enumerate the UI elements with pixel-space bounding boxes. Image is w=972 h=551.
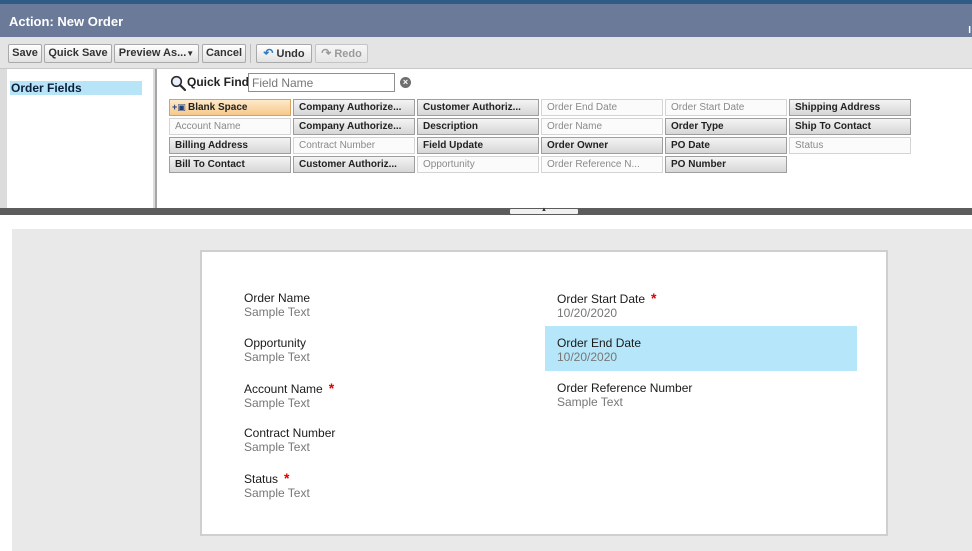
redo-icon: ↷ <box>321 46 332 60</box>
category-item-order-fields[interactable]: Order Fields <box>10 81 142 95</box>
palette-field-blank-space[interactable]: +▣ Blank Space <box>169 99 291 116</box>
palette-field[interactable]: Order Reference N... <box>541 156 663 173</box>
quick-find-label: Quick Find <box>187 75 250 89</box>
layout-field-order-name[interactable]: Order Name Sample Text <box>232 290 544 334</box>
required-marker: * <box>284 470 290 486</box>
palette-field[interactable]: Contract Number <box>293 137 415 154</box>
clear-search-icon[interactable]: × <box>400 77 411 88</box>
undo-label: Undo <box>276 48 305 60</box>
palette-field[interactable]: PO Date <box>665 137 787 154</box>
palette-field[interactable]: Order Owner <box>541 137 663 154</box>
layout-field-opportunity[interactable]: Opportunity Sample Text <box>232 335 544 379</box>
layout-field-account-name[interactable]: Account Name * Sample Text <box>232 380 544 424</box>
undo-button[interactable]: ↶ Undo <box>256 44 312 63</box>
field-value: 10/20/2020 <box>557 350 618 364</box>
field-value: 10/20/2020 <box>557 306 618 320</box>
palette-fields-grid: +▣ Blank Space Company Authorize... Custo… <box>168 99 928 179</box>
chevron-down-icon: ▼ <box>186 49 195 58</box>
save-button[interactable]: Save <box>8 44 42 63</box>
palette-field[interactable]: Customer Authoriz... <box>417 99 539 116</box>
palette-field[interactable]: Company Authorize... <box>293 118 415 135</box>
field-value: Sample Text <box>244 396 310 410</box>
field-label: Order Start Date <box>557 292 646 306</box>
window-title: Action: New Order <box>9 14 124 29</box>
field-label: Account Name <box>244 382 323 396</box>
layout-field-order-end-date[interactable]: Order End Date 10/20/2020 <box>545 326 857 371</box>
field-value: Sample Text <box>244 305 310 319</box>
layout-field-contract-number[interactable]: Contract Number Sample Text <box>232 425 544 469</box>
preview-as-button[interactable]: Preview As...▼ <box>114 44 199 63</box>
quick-save-button[interactable]: Quick Save <box>44 44 112 63</box>
field-label: Order End Date <box>557 336 642 350</box>
toolbar: Save Quick Save Preview As...▼ Cancel ↶ … <box>0 37 972 69</box>
layout-field-order-reference-number[interactable]: Order Reference Number Sample Text <box>545 380 857 424</box>
preview-as-label: Preview As... <box>118 47 187 59</box>
palette-field[interactable]: Bill To Contact <box>169 156 291 173</box>
field-label: Order Reference Number <box>557 381 693 395</box>
palette-bottom-rule <box>0 208 972 215</box>
blank-space-icon: +▣ <box>172 102 186 112</box>
palette-field[interactable]: Order End Date <box>541 99 663 116</box>
palette-field[interactable]: Company Authorize... <box>293 99 415 116</box>
field-value: Sample Text <box>557 395 623 409</box>
palette-field[interactable]: Shipping Address <box>789 99 911 116</box>
category-list: Order Fields <box>7 69 153 208</box>
palette-field[interactable]: PO Number <box>665 156 787 173</box>
field-value: Sample Text <box>244 440 310 454</box>
palette-field[interactable]: Status <box>789 137 911 154</box>
toolbar-separator <box>250 44 251 63</box>
palette-field[interactable]: Customer Authoriz... <box>293 156 415 173</box>
field-value: Sample Text <box>244 486 310 500</box>
palette-field[interactable]: Order Start Date <box>665 99 787 116</box>
palette-field[interactable]: Description <box>417 118 539 135</box>
palette-field[interactable]: Account Name <box>169 118 291 135</box>
search-icon <box>170 75 186 91</box>
palette-field[interactable]: Order Name <box>541 118 663 135</box>
palette-field[interactable]: Opportunity <box>417 156 539 173</box>
canvas-top-border <box>0 215 972 229</box>
field-label: Opportunity <box>244 336 307 350</box>
redo-label: Redo <box>334 48 362 60</box>
required-marker: * <box>651 290 657 306</box>
redo-button[interactable]: ↷ Redo <box>315 44 368 63</box>
palette-field[interactable]: Order Type <box>665 118 787 135</box>
layout-field-status[interactable]: Status * Sample Text <box>232 470 544 514</box>
window-title-bar: Action: New Order I <box>0 4 972 37</box>
layout-section: Order Name Sample Text Opportunity Sampl… <box>200 250 888 536</box>
palette-field[interactable]: Billing Address <box>169 137 291 154</box>
field-label: Status <box>244 472 279 486</box>
field-label: Order Name <box>244 291 311 305</box>
cancel-button[interactable]: Cancel <box>202 44 246 63</box>
palette-field[interactable]: Ship To Contact <box>789 118 911 135</box>
required-marker: * <box>328 380 335 396</box>
quick-find-input[interactable] <box>248 73 395 92</box>
collapse-handle[interactable]: ▲ <box>510 207 578 214</box>
field-value: Sample Text <box>244 350 310 364</box>
field-label: Contract Number <box>244 426 336 440</box>
canvas-left-gap <box>0 229 12 551</box>
chevron-up-icon: ▲ <box>541 207 547 213</box>
category-panel: Order Fields <box>0 69 155 208</box>
palette-field[interactable]: Field Update <box>417 137 539 154</box>
undo-icon: ↶ <box>263 46 274 60</box>
